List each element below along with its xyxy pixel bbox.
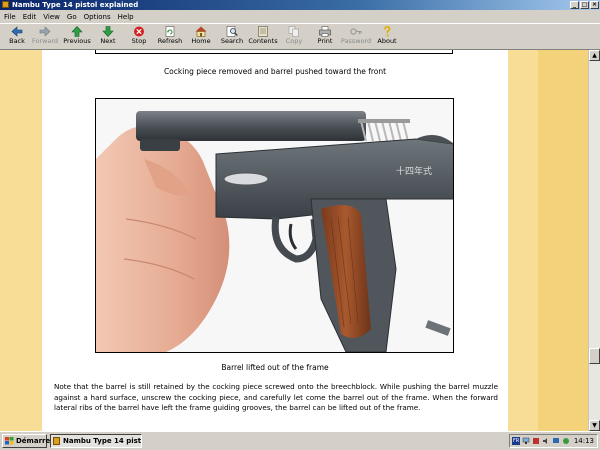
previous-icon <box>71 26 83 37</box>
taskbar: Démarrer Nambu Type 14 pistol ... FR 14:… <box>0 431 600 450</box>
start-label: Démarrer <box>16 437 54 445</box>
back-icon <box>11 26 23 37</box>
menu-options[interactable]: Options <box>80 13 114 21</box>
photo-caption: Barrel lifted out of the frame <box>221 363 329 372</box>
scroll-up-button[interactable]: ▲ <box>589 50 600 61</box>
stop-label: Stop <box>131 37 147 45</box>
stop-button[interactable]: Stop <box>122 26 156 49</box>
refresh-label: Refresh <box>157 37 183 45</box>
refresh-icon <box>165 26 175 37</box>
title-bar: Nambu Type 14 pistol explained _ □ × <box>0 0 600 10</box>
about-button[interactable]: About <box>370 26 404 49</box>
left-margin <box>0 50 42 431</box>
close-button[interactable]: × <box>590 1 599 9</box>
about-icon <box>384 26 391 37</box>
previous-label: Previous <box>63 37 91 45</box>
menu-file[interactable]: File <box>0 13 19 21</box>
tray-app-icon[interactable] <box>562 437 570 445</box>
menu-view[interactable]: View <box>39 13 63 21</box>
photo-caption-top: Cocking piece removed and barrel pushed … <box>163 67 387 76</box>
password-icon <box>350 28 362 35</box>
contents-label: Contents <box>248 37 278 45</box>
forward-button[interactable]: Forward <box>28 26 62 49</box>
password-label: Password <box>340 37 372 45</box>
maximize-button[interactable]: □ <box>580 1 589 9</box>
display-icon[interactable] <box>552 437 560 445</box>
svg-text:十四年式: 十四年式 <box>396 165 432 177</box>
antivirus-icon[interactable] <box>532 437 540 445</box>
next-icon <box>102 26 114 37</box>
pistol-disassembly-photo: 十四年式 <box>95 98 454 353</box>
print-button[interactable]: Print <box>308 26 342 49</box>
print-icon <box>319 26 331 37</box>
search-label: Search <box>220 37 244 45</box>
menu-go[interactable]: Go <box>63 13 80 21</box>
volume-icon[interactable] <box>542 437 550 445</box>
vertical-scrollbar[interactable]: ▲ ▼ <box>588 50 600 431</box>
about-label: About <box>377 37 397 45</box>
search-button[interactable]: Search <box>215 26 249 49</box>
password-button[interactable]: Password <box>339 26 373 49</box>
previous-button[interactable]: Previous <box>60 26 94 49</box>
windows-logo-icon <box>5 437 14 445</box>
search-icon <box>226 26 238 37</box>
forward-label: Forward <box>31 37 59 45</box>
copy-icon <box>288 26 299 37</box>
home-label: Home <box>191 37 211 45</box>
minimize-button[interactable]: _ <box>570 1 579 9</box>
task-label: Nambu Type 14 pistol ... <box>63 437 142 445</box>
taskbar-window-button[interactable]: Nambu Type 14 pistol ... <box>50 434 142 448</box>
contents-button[interactable]: Contents <box>246 26 280 49</box>
menu-edit[interactable]: Edit <box>19 13 40 21</box>
menu-bar: File Edit View Go Options Help <box>0 10 600 23</box>
task-app-icon <box>53 437 60 445</box>
menu-help[interactable]: Help <box>114 13 137 21</box>
content-viewport[interactable]: Cocking piece removed and barrel pushed … <box>0 50 588 431</box>
system-tray: FR 14:13 <box>509 434 598 448</box>
network-icon[interactable] <box>522 437 530 445</box>
previous-photo-bottom-edge <box>95 50 453 54</box>
home-icon <box>195 26 207 37</box>
body-paragraph: Note that the barrel is still retained b… <box>54 382 498 413</box>
scroll-thumb[interactable] <box>589 348 600 364</box>
refresh-button[interactable]: Refresh <box>153 26 187 49</box>
right-margin-band <box>508 50 538 431</box>
print-label: Print <box>317 37 333 45</box>
forward-icon <box>39 26 51 37</box>
clock: 14:13 <box>573 437 594 445</box>
stop-icon <box>134 26 144 37</box>
app-icon <box>2 1 9 8</box>
language-indicator[interactable]: FR <box>512 437 520 445</box>
start-button[interactable]: Démarrer <box>2 434 54 448</box>
next-button[interactable]: Next <box>91 26 125 49</box>
window-title: Nambu Type 14 pistol explained <box>12 1 139 9</box>
copy-button[interactable]: Copy <box>277 26 311 49</box>
contents-icon <box>258 26 268 37</box>
scroll-down-button[interactable]: ▼ <box>589 420 600 431</box>
next-label: Next <box>100 37 116 45</box>
right-margin-band-outer <box>538 50 588 431</box>
copy-label: Copy <box>285 37 303 45</box>
toolbar: Back Forward Previous Next Stop Refresh … <box>0 23 600 50</box>
photo-illustration: 十四年式 <box>96 99 453 352</box>
home-button[interactable]: Home <box>184 26 218 49</box>
